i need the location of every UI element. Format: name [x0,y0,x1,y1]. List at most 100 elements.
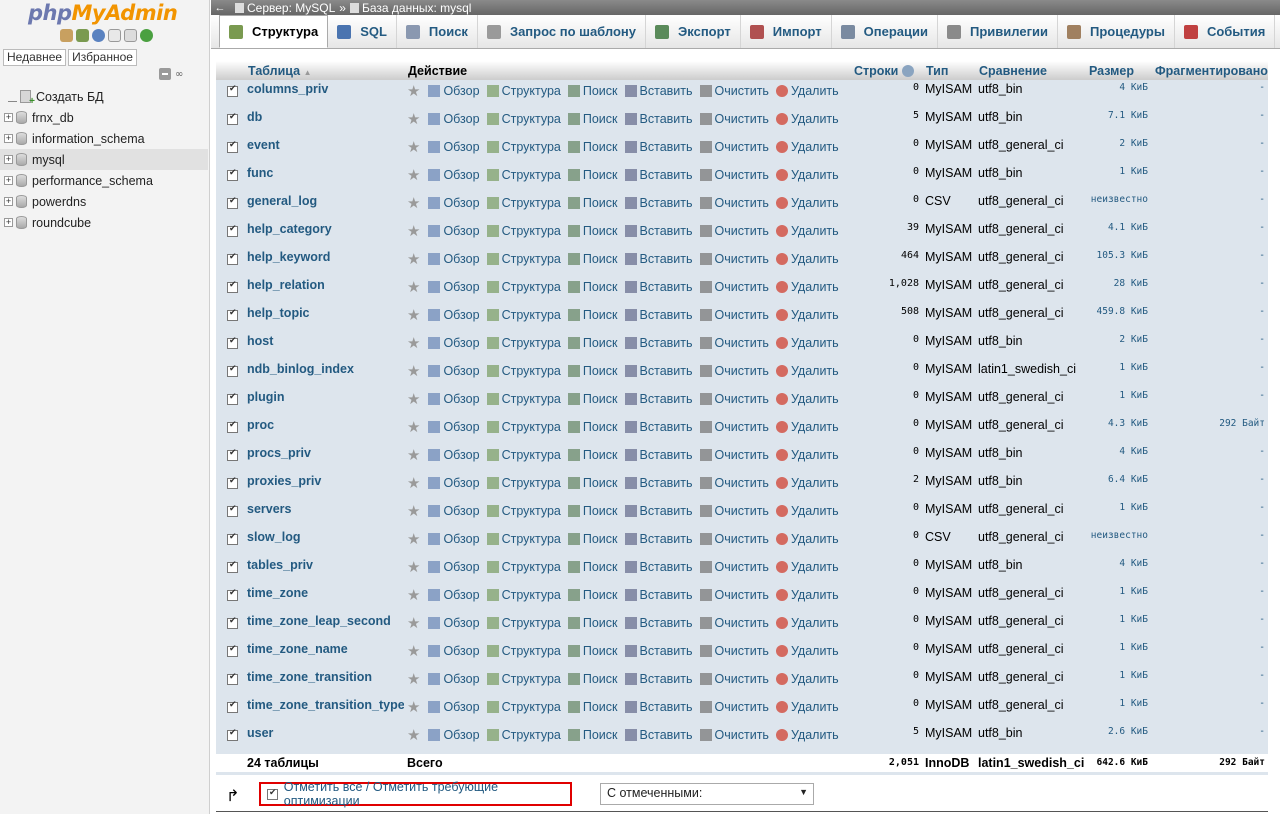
tab-7[interactable]: Привилегии [938,15,1058,48]
table-name-link[interactable]: columns_priv [247,82,328,96]
expand-icon[interactable]: + [4,197,13,206]
row-checkbox[interactable] [227,112,238,125]
header-rows[interactable]: Строки [850,61,922,80]
empty-action[interactable]: Очистить [699,112,769,126]
database-name[interactable]: information_schema [32,132,145,146]
table-size[interactable]: 4 КиБ [1085,556,1151,584]
tab-3[interactable]: Запрос по шаблону [478,15,647,48]
row-checkbox[interactable] [227,392,238,405]
database-name[interactable]: mysql [32,153,65,167]
empty-action[interactable]: Очистить [699,700,769,714]
search-action[interactable]: Поиск [567,700,618,714]
back-arrow-icon[interactable]: ← [211,2,229,14]
tab-6[interactable]: Операции [832,15,938,48]
row-checkbox[interactable] [227,308,238,321]
table-name-link[interactable]: plugin [247,390,285,404]
search-action[interactable]: Поиск [567,140,618,154]
table-size[interactable]: 1 КиБ [1085,696,1151,724]
table-size[interactable]: 2 КиБ [1085,136,1151,164]
row-checkbox[interactable] [227,420,238,433]
browse-action[interactable]: Обзор [428,196,480,210]
database-item[interactable]: + performance_schema [0,170,208,191]
tab-1[interactable]: SQL [328,15,397,48]
favorite-star-icon[interactable]: ★ [407,138,420,156]
search-action[interactable]: Поиск [567,420,618,434]
empty-action[interactable]: Очистить [699,336,769,350]
structure-action[interactable]: Структура [486,336,561,350]
drop-action[interactable]: Удалить [775,392,839,406]
drop-action[interactable]: Удалить [775,448,839,462]
table-size[interactable]: 459.8 КиБ [1085,304,1151,332]
structure-action[interactable]: Структура [486,196,561,210]
table-name-link[interactable]: slow_log [247,530,300,544]
favorite-star-icon[interactable]: ★ [407,586,420,604]
empty-action[interactable]: Очистить [699,728,769,742]
drop-action[interactable]: Удалить [775,532,839,546]
table-name-link[interactable]: time_zone_name [247,642,348,656]
insert-action[interactable]: Вставить [624,476,693,490]
browse-action[interactable]: Обзор [428,392,480,406]
favorite-star-icon[interactable]: ★ [407,166,420,184]
row-checkbox[interactable] [227,84,238,97]
favorite-star-icon[interactable]: ★ [407,222,420,240]
database-item[interactable]: + frnx_db [0,107,208,128]
drop-action[interactable]: Удалить [775,140,839,154]
drop-action[interactable]: Удалить [775,672,839,686]
structure-action[interactable]: Структура [486,448,561,462]
drop-action[interactable]: Удалить [775,644,839,658]
tab-10[interactable]: Тр [1275,15,1280,48]
structure-action[interactable]: Структура [486,728,561,742]
favorite-star-icon[interactable]: ★ [407,446,420,464]
insert-action[interactable]: Вставить [624,532,693,546]
help-icon[interactable] [901,65,914,78]
table-size[interactable]: неизвестно [1085,528,1151,556]
insert-action[interactable]: Вставить [624,420,693,434]
structure-action[interactable]: Структура [486,392,561,406]
row-checkbox[interactable] [227,476,238,489]
browse-action[interactable]: Обзор [428,364,480,378]
structure-action[interactable]: Структура [486,504,561,518]
favorite-star-icon[interactable]: ★ [407,362,420,380]
favorite-star-icon[interactable]: ★ [407,698,420,716]
table-size[interactable]: 4 КиБ [1085,444,1151,472]
browse-action[interactable]: Обзор [428,532,480,546]
table-size[interactable]: 28 КиБ [1085,276,1151,304]
favorite-star-icon[interactable]: ★ [407,418,420,436]
browse-action[interactable]: Обзор [428,420,480,434]
table-name-link[interactable]: user [247,726,273,740]
browse-action[interactable]: Обзор [428,252,480,266]
table-size[interactable]: 1 КиБ [1085,584,1151,612]
insert-action[interactable]: Вставить [624,700,693,714]
search-action[interactable]: Поиск [567,728,618,742]
favorite-star-icon[interactable]: ★ [407,502,420,520]
favorite-star-icon[interactable]: ★ [407,530,420,548]
search-action[interactable]: Поиск [567,280,618,294]
row-checkbox[interactable] [227,140,238,153]
drop-action[interactable]: Удалить [775,476,839,490]
favorite-star-icon[interactable]: ★ [407,334,420,352]
database-item[interactable]: + roundcube [0,212,208,233]
with-selected-dropdown[interactable]: С отмеченными: ▼ [600,783,814,805]
database-name[interactable]: roundcube [32,216,91,230]
table-size[interactable]: 4 КиБ [1085,80,1151,108]
drop-action[interactable]: Удалить [775,336,839,350]
search-action[interactable]: Поиск [567,616,618,630]
collapse-all-icon[interactable] [159,68,171,80]
header-table[interactable]: Таблица ▲ [244,61,404,80]
row-checkbox[interactable] [227,364,238,377]
empty-action[interactable]: Очистить [699,616,769,630]
insert-action[interactable]: Вставить [624,644,693,658]
drop-action[interactable]: Удалить [775,616,839,630]
drop-action[interactable]: Удалить [775,504,839,518]
table-name-link[interactable]: help_keyword [247,250,330,264]
browse-action[interactable]: Обзор [428,728,480,742]
favorite-star-icon[interactable]: ★ [407,82,420,100]
browse-action[interactable]: Обзор [428,476,480,490]
table-size[interactable]: 1 КиБ [1085,360,1151,388]
drop-action[interactable]: Удалить [775,560,839,574]
empty-action[interactable]: Очистить [699,420,769,434]
browse-action[interactable]: Обзор [428,448,480,462]
insert-action[interactable]: Вставить [624,168,693,182]
browse-action[interactable]: Обзор [428,616,480,630]
insert-action[interactable]: Вставить [624,252,693,266]
